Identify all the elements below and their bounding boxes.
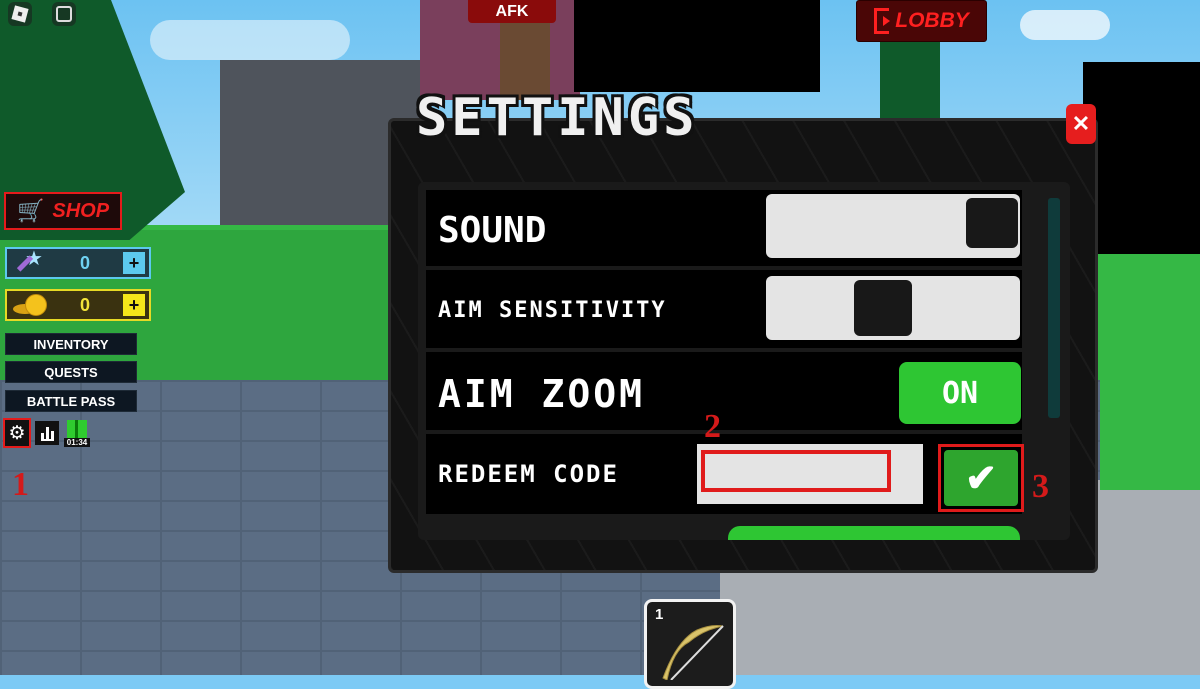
redeem-submit-button[interactable]: ✔ (938, 444, 1024, 512)
coins-icon (11, 292, 47, 318)
settings-title: SETTINGS (416, 88, 699, 148)
slider-knob[interactable] (854, 280, 913, 336)
bar-chart-icon (40, 425, 54, 441)
close-button[interactable]: ✕ (1066, 104, 1096, 144)
afk-label: AFK (495, 2, 529, 20)
coins-value: 0 (79, 294, 90, 315)
redacted-region (574, 0, 820, 92)
buy-keys-button[interactable]: + (123, 252, 145, 274)
annotation-3: 3 (1032, 468, 1049, 505)
battle-pass-button[interactable]: BATTLE PASS (5, 390, 137, 412)
setting-row-sound: SOUND (426, 190, 1022, 266)
cloud (150, 20, 350, 60)
key-icon: ★ (11, 249, 47, 277)
battle-pass-label: BATTLE PASS (26, 393, 116, 409)
lobby-button[interactable]: LOBBY (856, 0, 987, 42)
setting-row-aim-zoom: AIM ZOOM ON (426, 352, 1022, 430)
redeem-code-input[interactable] (701, 450, 891, 492)
roblox-menu-icon[interactable] (8, 2, 32, 26)
sound-slider[interactable] (766, 194, 1020, 258)
toggle-state: ON (941, 375, 979, 411)
aim-zoom-toggle[interactable]: ON (899, 362, 1021, 424)
scrollbar[interactable] (1048, 198, 1060, 418)
aim-sensitivity-label: AIM SENSITIVITY (438, 298, 667, 323)
pine-tree (880, 40, 940, 120)
coins-counter: 0 + (5, 289, 151, 321)
grass (1100, 250, 1200, 490)
slider-knob[interactable] (966, 198, 1018, 248)
gear-icon: ⚙ (8, 422, 26, 444)
redeem-code-label: REDEEM CODE (438, 460, 619, 488)
close-icon: ✕ (1071, 111, 1091, 136)
checkmark-icon: ✔ (965, 457, 997, 500)
settings-button[interactable]: ⚙ (3, 418, 31, 448)
quests-label: QUESTS (44, 364, 98, 380)
cart-icon: 🛒 (16, 198, 45, 223)
lobby-label: LOBBY (895, 9, 969, 32)
aim-sensitivity-slider[interactable] (766, 276, 1020, 340)
cloud (1020, 10, 1110, 40)
leaderboard-button[interactable] (35, 421, 59, 445)
annotation-2: 2 (704, 408, 721, 445)
quests-button[interactable]: QUESTS (5, 361, 137, 383)
afk-button[interactable]: AFK (468, 0, 556, 23)
next-setting-button[interactable] (728, 526, 1020, 540)
gift-icon (67, 420, 87, 438)
gift-timer: 01:34 (64, 438, 90, 447)
bow-icon (662, 625, 724, 680)
keys-value: 0 (79, 252, 90, 273)
aim-zoom-label: AIM ZOOM (438, 372, 646, 416)
buy-coins-button[interactable]: + (123, 294, 145, 316)
code-box (697, 444, 923, 504)
setting-row-aim-sensitivity: AIM SENSITIVITY (426, 270, 1022, 348)
chat-icon[interactable] (52, 2, 76, 26)
inventory-button[interactable]: INVENTORY (5, 333, 137, 355)
inventory-label: INVENTORY (33, 336, 109, 352)
settings-list: SOUND AIM SENSITIVITY AIM ZOOM ON REDEEM… (418, 182, 1070, 540)
sound-label: SOUND (438, 210, 547, 251)
shop-button[interactable]: 🛒 SHOP (4, 192, 122, 230)
setting-row-redeem-code: REDEEM CODE ✔ (426, 434, 1024, 514)
exit-door-icon (874, 8, 891, 34)
shop-label: SHOP (52, 199, 110, 222)
hotbar-slot[interactable]: 1 (644, 599, 736, 689)
annotation-1: 1 (12, 466, 29, 503)
redacted-region (1083, 62, 1200, 254)
gift-button[interactable]: 01:34 (64, 420, 90, 450)
keys-counter: ★ 0 + (5, 247, 151, 279)
